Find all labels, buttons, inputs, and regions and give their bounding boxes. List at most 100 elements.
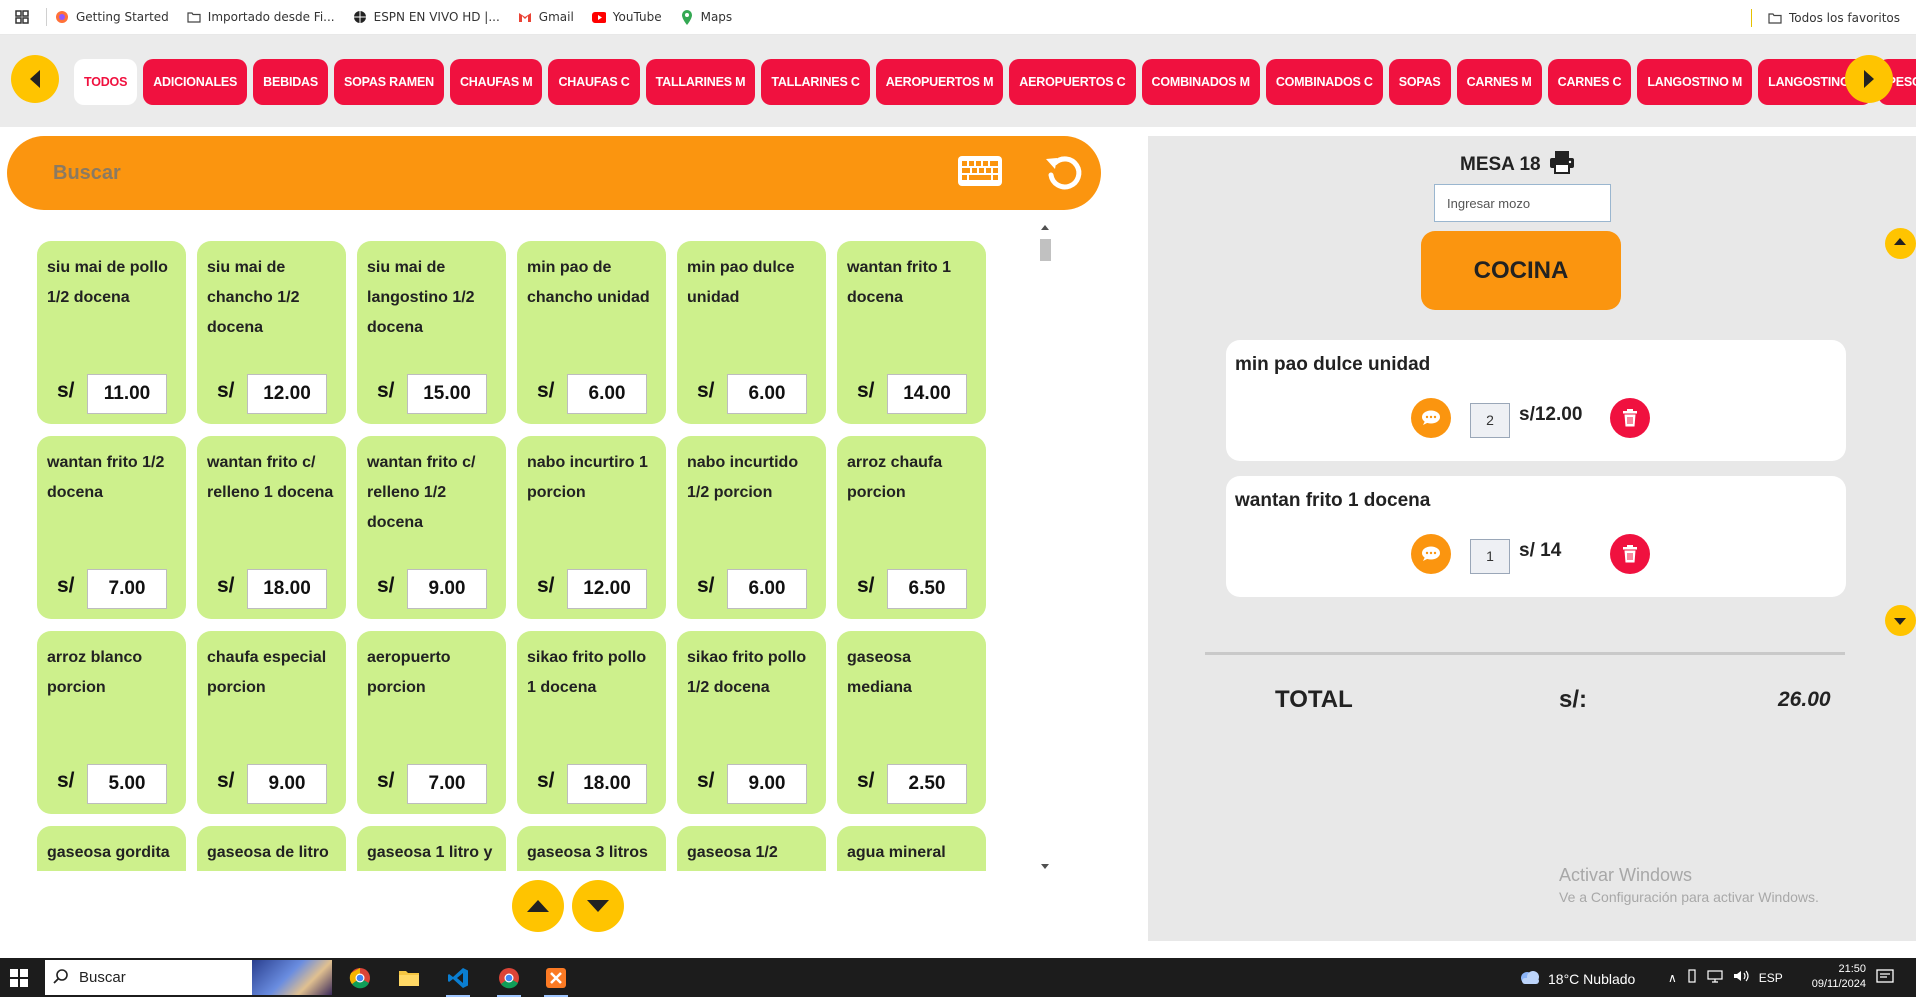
quantity-field[interactable]: 1: [1470, 539, 1510, 574]
category-tab-chaufas-c[interactable]: CHAUFAS C: [548, 59, 640, 105]
volume-icon[interactable]: [1733, 969, 1749, 986]
category-tab-sopas[interactable]: SOPAS: [1388, 59, 1451, 105]
network-icon[interactable]: [1707, 969, 1723, 986]
product-card[interactable]: arroz blanco porcion s/5.00: [37, 631, 186, 814]
product-name: wantan frito c/ relleno 1/2 docena: [367, 454, 476, 531]
weather-widget[interactable]: 18°C Nublado: [1518, 969, 1635, 988]
product-card[interactable]: siu mai de langostino 1/2 docena s/15.00: [357, 241, 506, 424]
order-scroll-up-button[interactable]: [1885, 228, 1916, 259]
product-currency: s/: [57, 769, 75, 792]
comment-button[interactable]: [1411, 398, 1451, 438]
bookmarks-bar: Getting Started Importado desde Fi... ES…: [0, 0, 1916, 35]
language-indicator[interactable]: ESP: [1759, 971, 1783, 985]
page-down-button[interactable]: [572, 880, 624, 932]
scroll-up-arrow[interactable]: [1041, 225, 1049, 230]
bookmark-espn[interactable]: ESPN EN VIVO HD |...: [353, 10, 500, 24]
chrome-icon[interactable]: [345, 963, 375, 993]
product-card[interactable]: siu mai de pollo 1/2 docena s/11.00: [37, 241, 186, 424]
category-tab-aeropuertos-m[interactable]: AEROPUERTOS M: [875, 59, 1004, 105]
product-card[interactable]: nabo incurtiro 1 porcion s/12.00: [517, 436, 666, 619]
cloud-icon: [1518, 969, 1542, 988]
delete-button[interactable]: [1610, 398, 1650, 438]
category-prev-button[interactable]: [11, 55, 59, 103]
keyboard-icon[interactable]: [957, 155, 1003, 191]
product-card[interactable]: nabo incurtido 1/2 porcion s/6.00: [677, 436, 826, 619]
bookmark-importado[interactable]: Importado desde Fi...: [187, 10, 335, 24]
product-currency: s/: [377, 769, 395, 792]
notification-icon[interactable]: [1876, 968, 1894, 991]
category-tab-combinados-m[interactable]: COMBINADOS M: [1141, 59, 1260, 105]
category-tab-adicionales[interactable]: ADICIONALES: [143, 59, 248, 105]
product-card[interactable]: wantan frito 1 docena s/14.00: [837, 241, 986, 424]
category-tab-carnes-c[interactable]: CARNES C: [1547, 59, 1632, 105]
category-tab-tallarines-c[interactable]: TALLARINES C: [761, 59, 870, 105]
bookmark-youtube[interactable]: YouTube: [591, 10, 662, 24]
category-tab-bebidas[interactable]: BEBIDAS: [253, 59, 329, 105]
scroll-thumb[interactable]: [1040, 239, 1051, 261]
kitchen-button[interactable]: COCINA: [1421, 231, 1621, 310]
order-panel: MESA 18 COCINA min pao dulce unidad 2 s/12…: [1148, 136, 1916, 941]
taskbar-search[interactable]: Buscar: [45, 960, 332, 995]
product-card[interactable]: sikao frito pollo 1 docena s/18.00: [517, 631, 666, 814]
reset-icon[interactable]: [1043, 153, 1085, 199]
product-card[interactable]: wantan frito c/ relleno 1 docena s/18.00: [197, 436, 346, 619]
product-grid: siu mai de pollo 1/2 docena s/11.00 siu ma…: [37, 241, 986, 871]
bookmark-getting-started[interactable]: Getting Started: [55, 10, 169, 24]
chevron-up-icon[interactable]: ∧: [1668, 971, 1677, 985]
product-card[interactable]: gaseosa 1 litro y: [357, 826, 506, 871]
product-scrollbar[interactable]: [1036, 222, 1054, 872]
product-card[interactable]: sikao frito pollo 1/2 docena s/9.00: [677, 631, 826, 814]
order-item: wantan frito 1 docena 1 s/ 14: [1226, 476, 1846, 597]
trash-icon: [1623, 545, 1637, 563]
product-currency: s/: [857, 769, 875, 792]
category-tab-tallarines-m[interactable]: TALLARINES M: [645, 59, 756, 105]
bookmark-label: Importado desde Fi...: [207, 10, 335, 24]
product-card[interactable]: min pao de chancho unidad s/6.00: [517, 241, 666, 424]
category-tab-langostino-m[interactable]: LANGOSTINO M: [1637, 59, 1753, 105]
product-name: siu mai de chancho 1/2 docena: [207, 259, 300, 336]
category-tab-carnes-m[interactable]: CARNES M: [1456, 59, 1542, 105]
xampp-icon[interactable]: [541, 963, 571, 997]
bookmark-gmail[interactable]: Gmail: [518, 10, 574, 24]
category-tab-chaufas-m[interactable]: CHAUFAS M: [449, 59, 543, 105]
chrome-profile-icon[interactable]: [494, 963, 524, 997]
scroll-down-arrow[interactable]: [1041, 864, 1049, 869]
product-card[interactable]: gaseosa de litro: [197, 826, 346, 871]
all-favorites[interactable]: Todos los favoritos: [1751, 0, 1900, 35]
product-card[interactable]: chaufa especial porcion s/9.00: [197, 631, 346, 814]
apps-grid-icon[interactable]: [0, 10, 44, 24]
quantity-field[interactable]: 2: [1470, 403, 1510, 438]
category-tab-sopas-ramen[interactable]: SOPAS RAMEN: [334, 59, 444, 105]
bookmark-maps[interactable]: Maps: [680, 9, 732, 25]
product-card[interactable]: gaseosa 3 litros: [517, 826, 666, 871]
category-list: TODOS ADICIONALES BEBIDAS SOPAS RAMEN CHAUFA…: [74, 59, 1916, 105]
product-card[interactable]: min pao dulce unidad s/6.00: [677, 241, 826, 424]
usb-icon[interactable]: [1687, 969, 1697, 986]
category-tab-todos[interactable]: TODOS: [74, 59, 138, 105]
product-card[interactable]: arroz chaufa porcion s/6.50: [837, 436, 986, 619]
file-explorer-icon[interactable]: [394, 963, 424, 993]
product-name: arroz blanco porcion: [47, 649, 143, 696]
category-next-button[interactable]: [1845, 55, 1893, 103]
printer-icon[interactable]: [1549, 150, 1575, 180]
product-card[interactable]: agua mineral: [837, 826, 986, 871]
order-scroll-down-button[interactable]: [1885, 605, 1916, 636]
page-up-button[interactable]: [512, 880, 564, 932]
vscode-icon[interactable]: [443, 963, 473, 997]
windows-start-icon[interactable]: [10, 969, 28, 992]
product-card[interactable]: aeropuerto porcion s/7.00: [357, 631, 506, 814]
product-card[interactable]: wantan frito 1/2 docena s/7.00: [37, 436, 186, 619]
waiter-input[interactable]: [1434, 184, 1611, 222]
comment-button[interactable]: [1411, 534, 1451, 574]
product-card[interactable]: gaseosa 1/2: [677, 826, 826, 871]
search-input[interactable]: [53, 158, 653, 188]
category-tab-combinados-c[interactable]: COMBINADOS C: [1265, 59, 1383, 105]
product-card[interactable]: gaseosa gordita: [37, 826, 186, 871]
product-card[interactable]: wantan frito c/ relleno 1/2 docena s/9.00: [357, 436, 506, 619]
product-card[interactable]: siu mai de chancho 1/2 docena s/12.00: [197, 241, 346, 424]
product-card[interactable]: gaseosa mediana s/2.50: [837, 631, 986, 814]
product-currency: s/: [217, 769, 235, 792]
delete-button[interactable]: [1610, 534, 1650, 574]
category-tab-aeropuertos-c[interactable]: AEROPUERTOS C: [1009, 59, 1136, 105]
clock[interactable]: 21:50 09/11/2024: [1798, 962, 1866, 992]
